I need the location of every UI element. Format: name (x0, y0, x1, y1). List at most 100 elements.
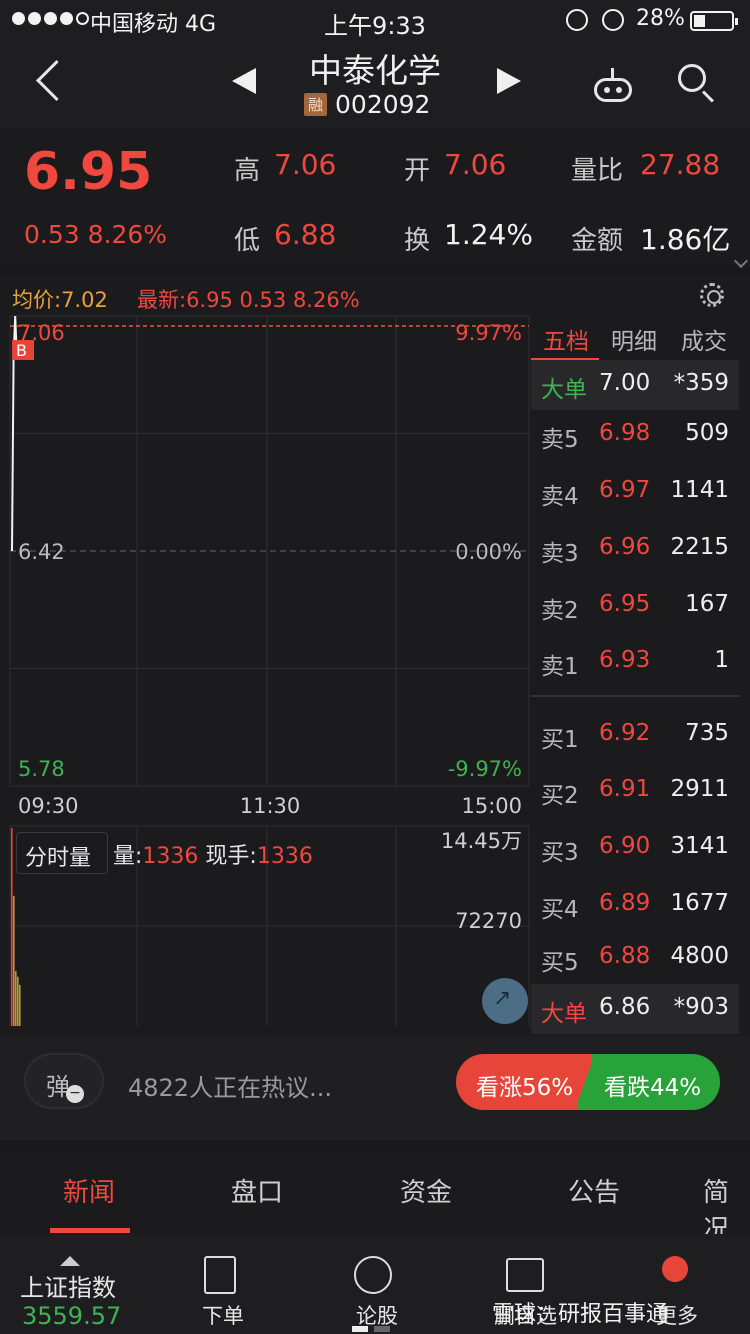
danmu-toggle[interactable]: 弹 − (24, 1053, 104, 1109)
status-bar: 中国移动 4G 上午9:33 28% (0, 0, 750, 40)
discuss-icon[interactable] (354, 1256, 392, 1294)
bid-label: 买4 (541, 897, 579, 923)
open-label: 开 (404, 156, 431, 186)
expand-chart-icon[interactable] (482, 978, 528, 1024)
volume-bar (15, 971, 17, 1026)
chevron-up-icon[interactable] (60, 1256, 80, 1266)
tab-trades[interactable]: 成交 (681, 322, 727, 356)
ask-row: 卖2 6.95 167 (531, 581, 739, 631)
ask-row: 卖3 6.96 2215 (531, 524, 739, 574)
volume-qty: 1336 (142, 844, 199, 869)
watermark: 雪球：研报百事通 (492, 1302, 669, 1327)
bid-vol: 4800 (670, 943, 729, 969)
low-value: 6.88 (274, 218, 337, 251)
order-button-label[interactable]: 下单 (202, 1300, 244, 1330)
notification-dot (662, 1256, 688, 1282)
ask-label: 卖5 (541, 427, 579, 453)
index-name[interactable]: 上证指数 (20, 1268, 116, 1303)
bid-vol: 2911 (670, 776, 729, 802)
remove-watchlist-icon[interactable] (506, 1258, 544, 1292)
ask-vol: 167 (685, 591, 729, 617)
bid-label: 买5 (541, 950, 579, 976)
ask-label: 卖2 (541, 598, 579, 624)
price-change: 0.53 8.26% (24, 220, 168, 249)
minus-icon: − (66, 1085, 84, 1103)
bid-vol: 1677 (670, 890, 729, 916)
quote-panel: 6.95 0.53 8.26% 高 7.06 开 7.06 量比 27.88 低… (0, 128, 750, 266)
bid-vol: 3141 (670, 833, 729, 859)
amount-value: 1.86亿 (640, 223, 731, 256)
volume-bar (11, 828, 13, 1026)
alarm-icon (602, 9, 624, 31)
order-icon[interactable] (204, 1256, 236, 1294)
tab-news[interactable]: 新闻 (63, 1172, 115, 1209)
ask-label: 卖1 (541, 654, 579, 680)
volume-type-selector[interactable]: 分时量 (16, 832, 108, 874)
ask-row: 卖1 6.93 1 (531, 637, 739, 687)
bid-row: 买5 6.88 4800 (531, 933, 739, 983)
tab-detail[interactable]: 明细 (611, 322, 657, 356)
y-axis-label-pct: -9.97% (448, 757, 522, 781)
margin-badge: 融 (304, 93, 328, 116)
tab-announcements[interactable]: 公告 (568, 1172, 620, 1209)
stock-name: 中泰化学 (309, 51, 441, 90)
high-label: 高 (234, 156, 261, 186)
ask-price: 6.96 (599, 534, 651, 560)
ask-row: 卖4 6.97 1141 (531, 467, 739, 517)
volume-axis-label: 14.45万 (441, 829, 522, 853)
bid-label: 买2 (541, 783, 579, 809)
big-sell-price: 7.00 (599, 370, 651, 396)
next-stock-icon[interactable] (497, 68, 521, 94)
vote-divider (578, 1054, 592, 1110)
big-sell-vol: *359 (673, 370, 729, 396)
big-sell-label: 大单 (541, 377, 587, 403)
open-value: 7.06 (444, 148, 507, 181)
stock-header: 中泰化学 融 002092 (0, 40, 750, 128)
gear-icon[interactable] (700, 283, 724, 307)
discussion-count[interactable]: 4822人正在热议... (128, 1068, 332, 1103)
current-price: 6.95 (24, 142, 153, 202)
tab-underline (50, 1228, 130, 1233)
bullish-button[interactable]: 看涨56% (456, 1054, 586, 1110)
y-axis-label: 6.42 (18, 540, 65, 564)
big-buy-price: 6.86 (599, 994, 651, 1020)
amount-label: 金额 (571, 226, 624, 256)
search-icon[interactable] (676, 62, 716, 103)
ask-price: 6.98 (599, 420, 651, 446)
rotation-lock-icon (566, 9, 588, 31)
ask-vol: 1141 (670, 477, 729, 503)
volume-qty-label: 量: (113, 844, 143, 869)
volume-ratio-value: 27.88 (640, 148, 721, 181)
bid-label: 买3 (541, 840, 579, 866)
tab-funds[interactable]: 资金 (400, 1172, 452, 1209)
tab-handicap[interactable]: 盘口 (231, 1172, 283, 1209)
volume-bar (19, 984, 21, 1026)
turnover-value: 1.24% (444, 218, 533, 251)
ask-vol: 2215 (670, 534, 729, 560)
tab-five-levels[interactable]: 五档 (543, 322, 589, 356)
big-buy-vol: *903 (673, 994, 729, 1020)
bid-vol: 735 (685, 720, 729, 746)
volume-ratio-label: 量比 (571, 156, 624, 186)
turnover-label: 换 (404, 226, 431, 256)
order-book-divider (531, 695, 739, 697)
ask-price: 6.93 (599, 647, 651, 673)
bid-price: 6.92 (599, 720, 651, 746)
order-book-tabs: 五档 明细 成交 (531, 316, 739, 361)
bid-price: 6.91 (599, 776, 651, 802)
x-axis-label: 09:30 (18, 794, 79, 818)
big-buy-row: 大单 6.86 *903 (531, 984, 739, 1034)
bid-price: 6.88 (599, 943, 651, 969)
stock-code: 002092 (335, 90, 431, 119)
ask-price: 6.95 (599, 591, 651, 617)
intraday-chart[interactable]: 7.066.425.789.97%0.00%-9.97%B09:30 11:30 1… (0, 310, 531, 1030)
y-axis-label: 5.78 (18, 757, 65, 781)
x-axis-label: 11:30 (240, 794, 301, 818)
bearish-button[interactable]: 看跌44% (586, 1054, 720, 1110)
bid-price: 6.89 (599, 890, 651, 916)
bid-row: 买4 6.89 1677 (531, 880, 739, 930)
battery-icon (690, 11, 738, 31)
bid-label: 买1 (541, 727, 579, 753)
high-value: 7.06 (274, 148, 337, 181)
robot-icon[interactable] (592, 68, 634, 102)
